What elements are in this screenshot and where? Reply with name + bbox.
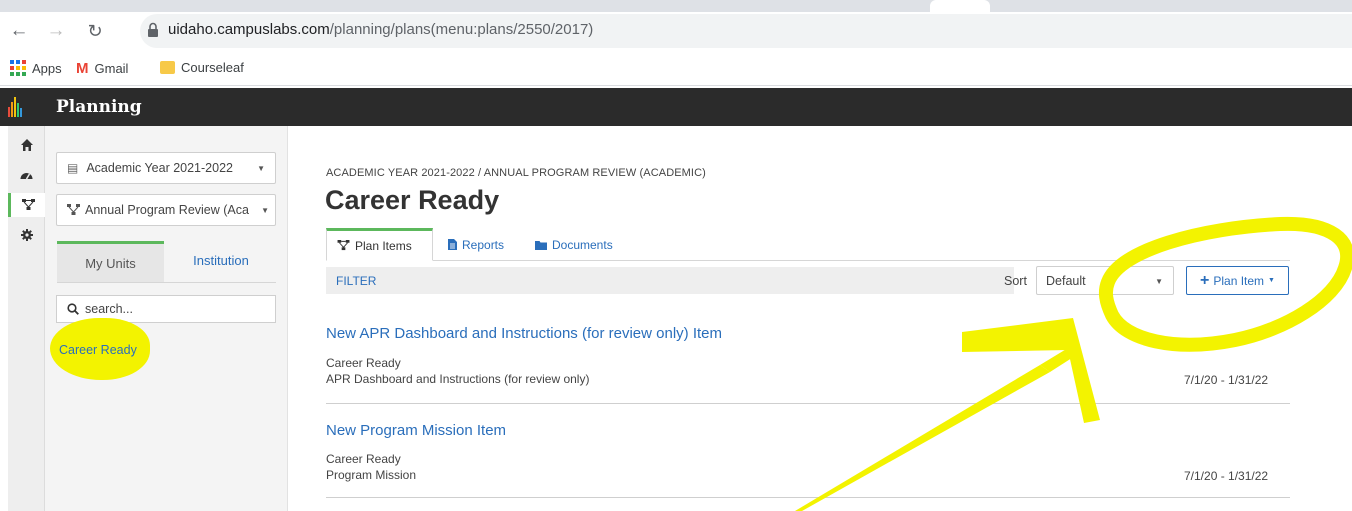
apps-grid-icon <box>10 60 26 76</box>
divider <box>326 497 1290 498</box>
search-placeholder: search... <box>85 302 133 316</box>
chevron-down-icon: ▼ <box>1155 277 1163 286</box>
sort-label: Sort <box>1004 274 1027 288</box>
plan-value: Annual Program Review (Aca <box>85 203 249 217</box>
plan-item-subtitle: APR Dashboard and Instructions (for revi… <box>326 372 590 386</box>
search-icon <box>67 303 79 315</box>
plan-item-dates: 7/1/20 - 1/31/22 <box>1184 469 1269 483</box>
forward-icon[interactable]: → <box>45 20 67 42</box>
home-icon[interactable] <box>8 133 45 157</box>
lock-icon <box>148 22 158 37</box>
reload-icon[interactable]: ↻ <box>84 20 106 42</box>
plan-item-subtitle: Program Mission <box>326 468 417 482</box>
back-icon[interactable]: ← <box>8 20 30 42</box>
dashboard-icon[interactable] <box>8 162 45 186</box>
annotation-arrow <box>795 365 1050 511</box>
divider <box>326 403 1290 404</box>
chevron-down-icon: ▼ <box>1268 277 1275 284</box>
url-path: /planning/plans(menu:plans/2550/2017) <box>329 21 594 38</box>
sort-value: Default <box>1046 273 1086 288</box>
academic-year-select[interactable]: ▤ Academic Year 2021-2022 ▼ <box>56 152 276 184</box>
unit-link[interactable]: Career Ready <box>59 343 137 357</box>
app-header <box>0 88 1352 126</box>
tab-label: Documents <box>552 237 613 252</box>
plans-icon <box>337 240 350 251</box>
tab-my-units[interactable]: My Units <box>57 241 164 283</box>
settings-icon[interactable] <box>8 223 45 247</box>
plan-item-link[interactable]: New Program Mission Item <box>326 422 506 439</box>
plan-item-link[interactable]: New APR Dashboard and Instructions (for … <box>326 325 722 342</box>
academic-year-value: Academic Year 2021-2022 <box>86 161 233 175</box>
filter-toggle[interactable]: FILTER <box>326 267 1014 294</box>
plans-icon[interactable] <box>8 193 45 217</box>
breadcrumb: ACADEMIC YEAR 2021-2022 / ANNUAL PROGRAM… <box>326 167 706 179</box>
plans-icon <box>67 204 80 215</box>
bookmark-label: Apps <box>32 60 62 76</box>
bookmark-courseleaf[interactable]: Courseleaf <box>160 60 244 75</box>
calendar-icon: ▤ <box>67 161 79 175</box>
app-title: Planning <box>56 97 142 117</box>
bookmark-apps[interactable]: Apps <box>10 60 62 76</box>
url-text[interactable]: uidaho.campuslabs.com/planning/plans(men… <box>168 21 593 38</box>
plan-select[interactable]: Annual Program Review (Aca ▼ <box>56 194 276 226</box>
sort-select[interactable]: Default ▼ <box>1036 266 1174 295</box>
tab-documents[interactable]: Documents <box>525 228 623 261</box>
tab-plan-items[interactable]: Plan Items <box>326 228 433 261</box>
gmail-icon: M <box>76 60 89 77</box>
file-icon <box>448 239 457 250</box>
plus-icon: + <box>1200 271 1210 289</box>
campus-labs-logo <box>8 97 22 117</box>
chevron-down-icon: ▼ <box>257 164 265 173</box>
divider <box>57 282 276 283</box>
tab-reports[interactable]: Reports <box>438 228 514 261</box>
bookmark-gmail[interactable]: M Gmail <box>76 60 128 77</box>
folder-icon <box>535 240 547 250</box>
button-label: Plan Item <box>1213 273 1265 288</box>
annotation-arrowhead <box>962 318 1100 423</box>
browser-tab[interactable] <box>930 0 990 12</box>
plan-item-dates: 7/1/20 - 1/31/22 <box>1184 373 1269 387</box>
tab-label: Plan Items <box>355 238 412 253</box>
page-title: Career Ready <box>325 185 500 215</box>
url-host: uidaho.campuslabs.com <box>168 21 330 38</box>
add-plan-item-button[interactable]: + Plan Item ▼ <box>1186 266 1289 295</box>
chevron-down-icon: ▼ <box>261 206 269 215</box>
tab-label: Reports <box>462 237 505 252</box>
folder-icon <box>160 61 175 74</box>
bookmark-label: Gmail <box>94 61 129 76</box>
divider <box>326 260 1290 261</box>
plan-item-unit: Career Ready <box>326 452 401 466</box>
bookmark-label: Courseleaf <box>181 60 244 75</box>
annotation-arrow-shaft <box>1040 348 1075 372</box>
filter-label: FILTER <box>336 273 377 288</box>
tab-institution[interactable]: Institution <box>168 241 274 279</box>
plan-item-unit: Career Ready <box>326 356 401 370</box>
browser-tab-strip <box>0 0 1352 12</box>
